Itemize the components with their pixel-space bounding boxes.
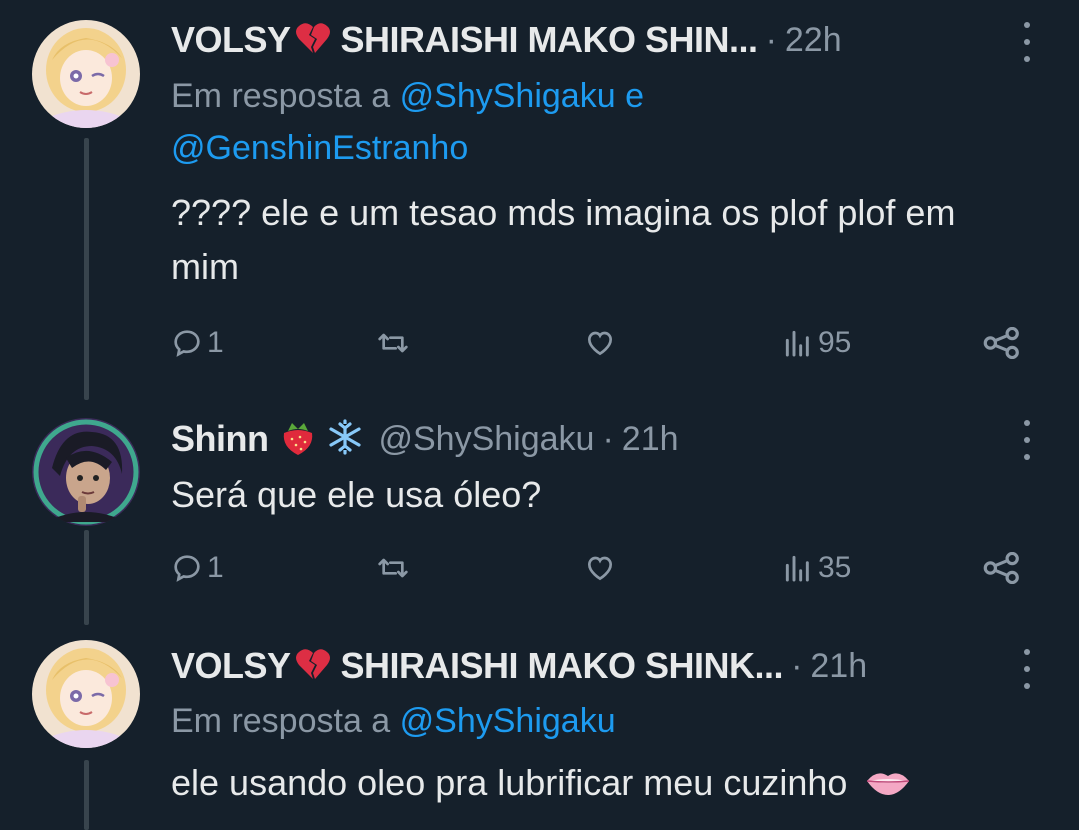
- reply-icon: [174, 330, 200, 357]
- strawberry-emoji: [278, 417, 318, 462]
- thread-line: [84, 138, 89, 400]
- tweet-header: VOLSY SHIRAISHI MAKO SHINK... · 21h: [171, 641, 999, 691]
- reply-button[interactable]: 1: [171, 543, 224, 593]
- reply-context: Em resposta a @ShyShigaku e @GenshinEstr…: [171, 70, 1019, 174]
- tweet-text: Será que ele usa óleo?: [171, 474, 542, 515]
- reply-prefix: Em resposta a: [171, 77, 400, 115]
- like-button[interactable]: [583, 543, 617, 593]
- mention-separator: e: [615, 77, 644, 115]
- display-name[interactable]: Shinn: [171, 418, 269, 460]
- more-icon[interactable]: [1020, 649, 1034, 689]
- more-icon[interactable]: [1020, 420, 1034, 460]
- share-button[interactable]: [983, 318, 1021, 368]
- timestamp[interactable]: 21h: [622, 420, 679, 459]
- like-icon: [587, 556, 613, 581]
- timestamp[interactable]: 21h: [810, 647, 867, 686]
- views-button[interactable]: 35: [782, 543, 851, 593]
- reply-button[interactable]: 1: [171, 318, 224, 368]
- reply-count: 1: [207, 326, 224, 359]
- retweet-button[interactable]: [376, 318, 410, 368]
- reply-count: 1: [207, 551, 224, 584]
- mention-link[interactable]: @ShyShigaku: [400, 77, 616, 115]
- tweet-text: ele usando oleo pra lubrificar meu cuzin…: [171, 762, 848, 803]
- broken-heart-emoji: [295, 647, 331, 686]
- thread-line: [84, 530, 89, 625]
- avatar[interactable]: [32, 640, 140, 748]
- share-icon: [983, 327, 1019, 359]
- reply-prefix: Em resposta a: [171, 702, 400, 740]
- share-button[interactable]: [983, 543, 1021, 593]
- separator-dot: ·: [602, 419, 614, 458]
- mention-link[interactable]: @ShyShigaku: [400, 702, 616, 740]
- share-icon: [983, 552, 1019, 584]
- views-button[interactable]: 95: [782, 318, 851, 368]
- snowflake-emoji: [326, 418, 364, 461]
- mention-link[interactable]: @GenshinEstranho: [171, 129, 468, 167]
- views-count: 95: [818, 326, 852, 359]
- lips-emoji: [865, 758, 911, 812]
- tweet-thread: VOLSY SHIRAISHI MAKO SHIN... · 22h Em re…: [0, 0, 1079, 830]
- tweet-2[interactable]: Shinn @ShyShigaku · 21h Será que ele usa…: [0, 400, 1079, 625]
- tweet-header: VOLSY SHIRAISHI MAKO SHIN... · 22h: [171, 15, 999, 65]
- display-name[interactable]: VOLSY: [171, 19, 291, 61]
- action-bar: 1 95: [171, 318, 1039, 368]
- display-name-rest[interactable]: SHIRAISHI MAKO SHINK...: [341, 645, 784, 687]
- more-icon[interactable]: [1020, 22, 1034, 62]
- thread-line: [84, 760, 89, 830]
- avatar[interactable]: [32, 418, 140, 526]
- retweet-icon: [378, 333, 408, 353]
- retweet-icon: [378, 558, 408, 578]
- views-icon: [785, 555, 809, 582]
- views-icon: [785, 330, 809, 357]
- retweet-button[interactable]: [376, 543, 410, 593]
- views-count: 35: [818, 551, 852, 584]
- reply-icon: [174, 555, 200, 582]
- timestamp[interactable]: 22h: [785, 21, 842, 60]
- tweet-3[interactable]: VOLSY SHIRAISHI MAKO SHINK... · 21h Em r…: [0, 625, 1079, 830]
- reply-context: Em resposta a @ShyShigaku: [171, 695, 1019, 747]
- tweet-header: Shinn @ShyShigaku · 21h: [171, 414, 999, 464]
- avatar[interactable]: [32, 20, 140, 128]
- tweet-text: ???? ele e um tesao mds imagina os plof …: [171, 192, 956, 287]
- display-name[interactable]: VOLSY: [171, 645, 291, 687]
- display-name-rest[interactable]: SHIRAISHI MAKO SHIN...: [341, 19, 759, 61]
- tweet-1[interactable]: VOLSY SHIRAISHI MAKO SHIN... · 22h Em re…: [0, 0, 1079, 400]
- action-bar: 1 35: [171, 543, 1039, 593]
- handle[interactable]: @ShyShigaku: [378, 420, 594, 459]
- tweet-text-row: ele usando oleo pra lubrificar meu cuzin…: [171, 756, 1019, 812]
- like-icon: [587, 331, 613, 356]
- broken-heart-emoji: [295, 21, 331, 60]
- like-button[interactable]: [583, 318, 617, 368]
- separator-dot: ·: [791, 646, 803, 685]
- separator-dot: ·: [765, 20, 777, 59]
